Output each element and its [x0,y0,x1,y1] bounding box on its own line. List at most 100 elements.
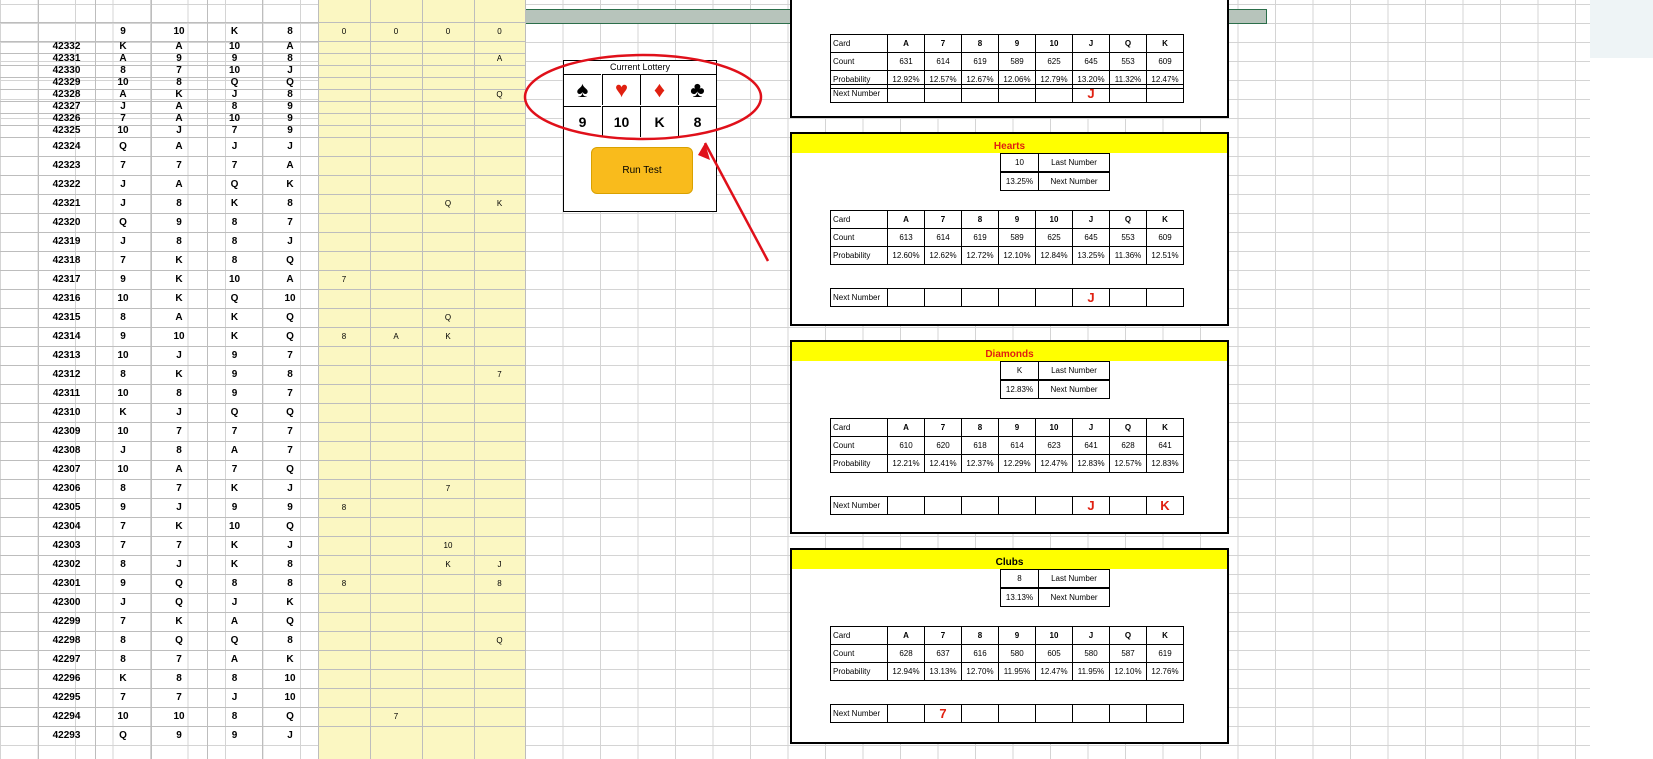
table-row[interactable]: 42326 7 A 10 9 [0,113,525,125]
table-row[interactable]: 42299 7 K A Q [0,612,525,631]
card-header: 7 [924,34,962,53]
table-row[interactable]: 42317 9 K 10 A 7 [0,270,525,289]
table-row[interactable]: 42304 7 K 10 Q [0,517,525,536]
next-number-label: Next Number [830,704,888,723]
table-row[interactable]: 42325 10 J 7 9 [0,125,525,137]
table-row[interactable]: 42321 J 8 K 8 Q K [0,194,525,213]
table-row[interactable]: 42303 7 7 K J 10 [0,536,525,555]
table-row[interactable]: 42311 10 8 9 7 [0,384,525,403]
row-divider [0,251,525,252]
table-row[interactable]: 42301 9 Q 8 8 8 8 [0,574,525,593]
row-id: 42332 [52,41,81,52]
table-row[interactable]: 42310 K J Q Q [0,403,525,422]
table-row[interactable]: 42305 9 J 9 9 8 [0,498,525,517]
count-cell: 619 [961,52,999,71]
table-row[interactable]: 42331 A 9 9 8 A [0,53,525,65]
table-row[interactable]: 42295 7 7 J 10 [0,688,525,707]
match-cell [422,650,474,669]
table-row[interactable]: 42323 7 7 7 A [0,156,525,175]
table-row[interactable]: 42294 10 10 8 Q 7 [0,707,525,726]
row-id: 42325 [52,125,81,136]
next-number-cell [1109,288,1147,307]
table-row[interactable]: 42293 Q 9 9 J [0,726,525,745]
match-cell [422,384,474,403]
table-row[interactable]: 42314 9 10 K Q 8 A K [0,327,525,346]
card-cell: K [175,274,183,285]
match-cell [474,113,525,125]
card-cell: 8 [231,101,238,112]
match-cell [422,574,474,593]
table-row[interactable]: 42300 J Q J K [0,593,525,612]
table-row[interactable]: 42320 Q 9 8 7 [0,213,525,232]
table-row[interactable]: 42318 7 K 8 Q [0,251,525,270]
table-row[interactable]: 42307 10 A 7 Q [0,460,525,479]
match-cell [422,593,474,612]
card-header: Q [1109,418,1147,437]
red-annotation [523,53,770,262]
card-header: A [887,34,925,53]
table-row[interactable]: 42315 8 A K Q Q [0,308,525,327]
match-cell [474,251,525,270]
last-label: Last Number [1038,569,1110,588]
card-cell: 8 [231,578,238,589]
card-cell: 10 [228,113,241,124]
card-cell: 9 [287,101,293,112]
count-cell: 610 [887,436,925,455]
match-cell [370,289,422,308]
table-row[interactable]: 42297 8 7 A K [0,650,525,669]
card-cell: 7 [120,255,126,266]
table-row[interactable]: 42327 J A 8 9 [0,101,525,113]
card-cell: 10 [173,711,185,722]
table-row[interactable]: 42324 Q A J J [0,137,525,156]
card-cell: 8 [287,89,293,100]
card-cell: 8 [287,635,293,646]
table-row[interactable]: 42308 J 8 A 7 [0,441,525,460]
match-cell [370,536,422,555]
match-cell [318,555,370,574]
row-id: 42320 [52,217,81,228]
card-cell: 7 [176,540,182,551]
count-cell: 619 [1146,644,1184,663]
row-id: 42317 [52,274,81,285]
table-row[interactable]: 42319 J 8 8 J [0,232,525,251]
count-cell: 589 [998,52,1036,71]
card-cell: K [286,179,294,190]
header-cell: 10 [173,26,185,37]
table-row[interactable]: 42316 10 K Q 10 [0,289,525,308]
match-cell [318,593,370,612]
probability-label: Probability [830,662,888,681]
match-cell [474,441,525,460]
table-row[interactable]: 42328 A K J 8 Q [0,89,525,101]
next-number-cell [1072,704,1110,723]
card-cell: 8 [176,673,182,684]
count-cell: 553 [1109,52,1147,71]
count-cell: 616 [961,644,999,663]
table-row[interactable]: 42330 8 7 10 J [0,65,525,77]
table-row[interactable]: 42312 8 K 9 8 7 [0,365,525,384]
table-row[interactable]: 42296 K 8 8 10 [0,669,525,688]
table-row[interactable]: 42306 8 7 K J 7 [0,479,525,498]
table-row[interactable]: 42298 8 Q Q 8 Q [0,631,525,650]
table-row[interactable]: 42313 10 J 9 7 [0,346,525,365]
card-cell: 10 [117,293,129,304]
match-cell [474,669,525,688]
card-cell: 8 [176,77,182,88]
card-header: A [887,626,925,645]
table-row[interactable]: 42332 K A 10 A [0,41,525,53]
last-value: 10 [1000,153,1039,172]
match-cell [474,517,525,536]
card-cell: 7 [176,65,182,76]
row-id: 42323 [52,160,81,171]
table-row[interactable]: 42302 8 J K 8 K J [0,555,525,574]
card-cell: K [175,369,183,380]
table-row[interactable]: 42329 10 8 Q Q [0,77,525,89]
next-number-cell [961,496,999,515]
table-row[interactable]: 42309 10 7 7 7 [0,422,525,441]
count-cell: 625 [1035,228,1073,247]
count-cell: 618 [961,436,999,455]
match-cell: 7 [497,370,502,379]
table-row[interactable]: 42322 J A Q K [0,175,525,194]
card-header: 7 [924,418,962,437]
header-cell: 9 [120,26,126,37]
match-cell [422,365,474,384]
